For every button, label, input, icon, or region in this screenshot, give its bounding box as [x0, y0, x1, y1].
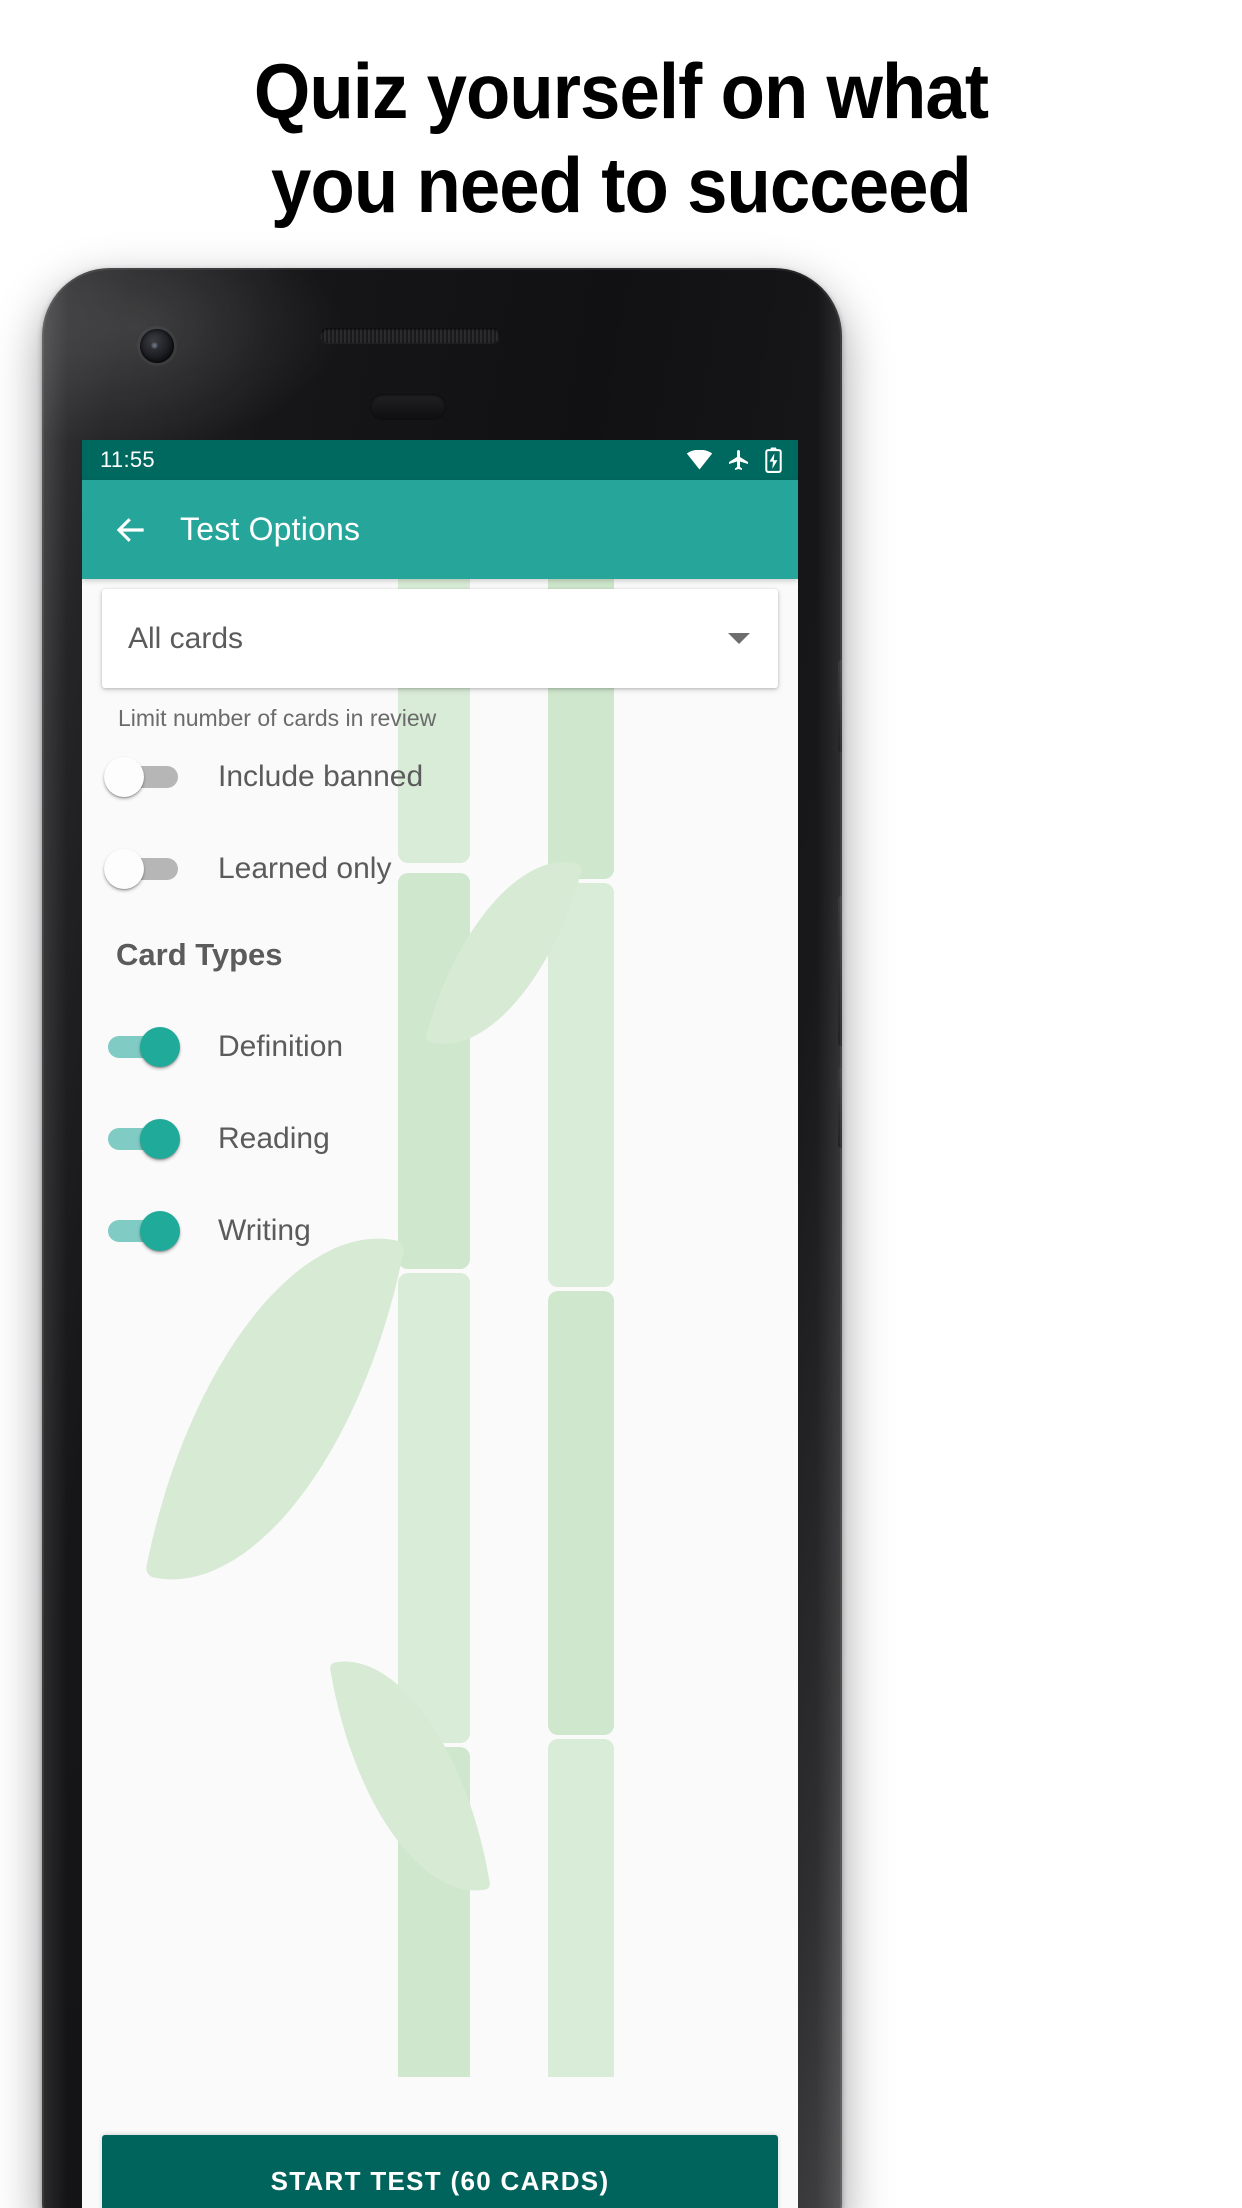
toggle-reading[interactable]	[104, 1119, 182, 1159]
start-test-button[interactable]: START TEST (60 CARDS)	[102, 2135, 778, 2208]
toggle-thumb	[104, 849, 144, 889]
volume-down-button[interactable]	[838, 1068, 842, 1148]
option-label-reading: Reading	[218, 1122, 330, 1155]
volume-up-button[interactable]	[838, 896, 842, 1046]
bamboo-background-decoration	[82, 579, 798, 2208]
status-bar-clock: 11:55	[100, 447, 155, 472]
card-limit-value: All cards	[128, 621, 244, 655]
headline-line-1: Quiz yourself on what	[253, 47, 989, 135]
airplane-mode-icon	[729, 450, 748, 470]
card-limit-dropdown[interactable]: All cards	[102, 589, 778, 688]
option-label-definition: Definition	[218, 1030, 344, 1063]
toggle-thumb	[104, 757, 144, 797]
promo-headline: Quiz yourself on what you need to succee…	[43, 52, 1198, 224]
status-bar: 11:55	[82, 440, 798, 480]
toggle-definition[interactable]	[104, 1027, 182, 1067]
option-label-writing: Writing	[218, 1214, 311, 1247]
chevron-down-icon	[728, 633, 750, 644]
option-row-writing[interactable]: Writing	[104, 1211, 311, 1251]
toggle-thumb	[140, 1211, 180, 1251]
option-row-reading[interactable]: Reading	[104, 1119, 330, 1159]
option-row-include-banned[interactable]: Include banned	[104, 757, 423, 797]
status-bar-icons	[686, 447, 782, 473]
toggle-learned-only[interactable]	[104, 849, 182, 889]
power-button[interactable]	[838, 660, 842, 752]
option-label-learned-only: Learned only	[218, 852, 392, 885]
earpiece-speaker	[320, 328, 500, 343]
sensor-pill	[370, 394, 446, 420]
wifi-icon	[686, 450, 713, 470]
front-camera-icon	[140, 329, 174, 363]
toggle-include-banned[interactable]	[104, 757, 182, 797]
phone-screen: 11:55 Test Options All cards Limit numbe…	[82, 440, 798, 2208]
toggle-thumb	[140, 1119, 180, 1159]
phone-mockup: 11:55 Test Options All cards Limit numbe…	[42, 268, 842, 2208]
arrow-left-icon	[116, 517, 144, 542]
section-title-card-types: Card Types	[116, 937, 283, 972]
option-row-definition[interactable]: Definition	[104, 1027, 343, 1067]
option-row-learned-only[interactable]: Learned only	[104, 849, 391, 889]
headline-line-2: you need to succeed	[271, 141, 972, 229]
page-title: Test Options	[180, 511, 361, 547]
battery-charging-icon	[765, 447, 782, 473]
screen-content: All cards Limit number of cards in revie…	[82, 579, 798, 2208]
back-button[interactable]	[104, 503, 158, 557]
promo-graphic: Quiz yourself on what you need to succee…	[0, 0, 1242, 2208]
toggle-thumb	[140, 1027, 180, 1067]
option-label-include-banned: Include banned	[218, 760, 424, 793]
app-bar: Test Options	[82, 480, 798, 579]
card-limit-helper-text: Limit number of cards in review	[118, 705, 437, 731]
toggle-writing[interactable]	[104, 1211, 182, 1251]
